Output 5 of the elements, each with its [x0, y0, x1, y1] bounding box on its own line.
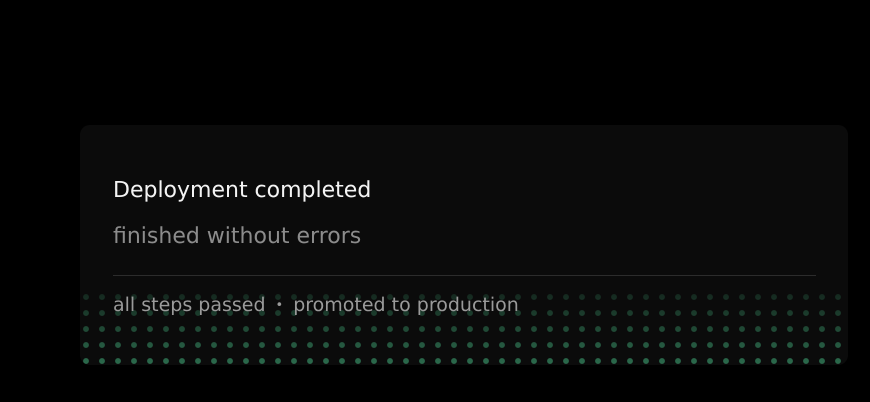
notification-subtitle: finished without errors [113, 223, 362, 251]
status-text: all steps passed [113, 293, 266, 318]
notification-title: Deployment completed [113, 177, 372, 205]
separator-dot: • [276, 298, 284, 312]
status-text: promoted to production [293, 293, 519, 318]
